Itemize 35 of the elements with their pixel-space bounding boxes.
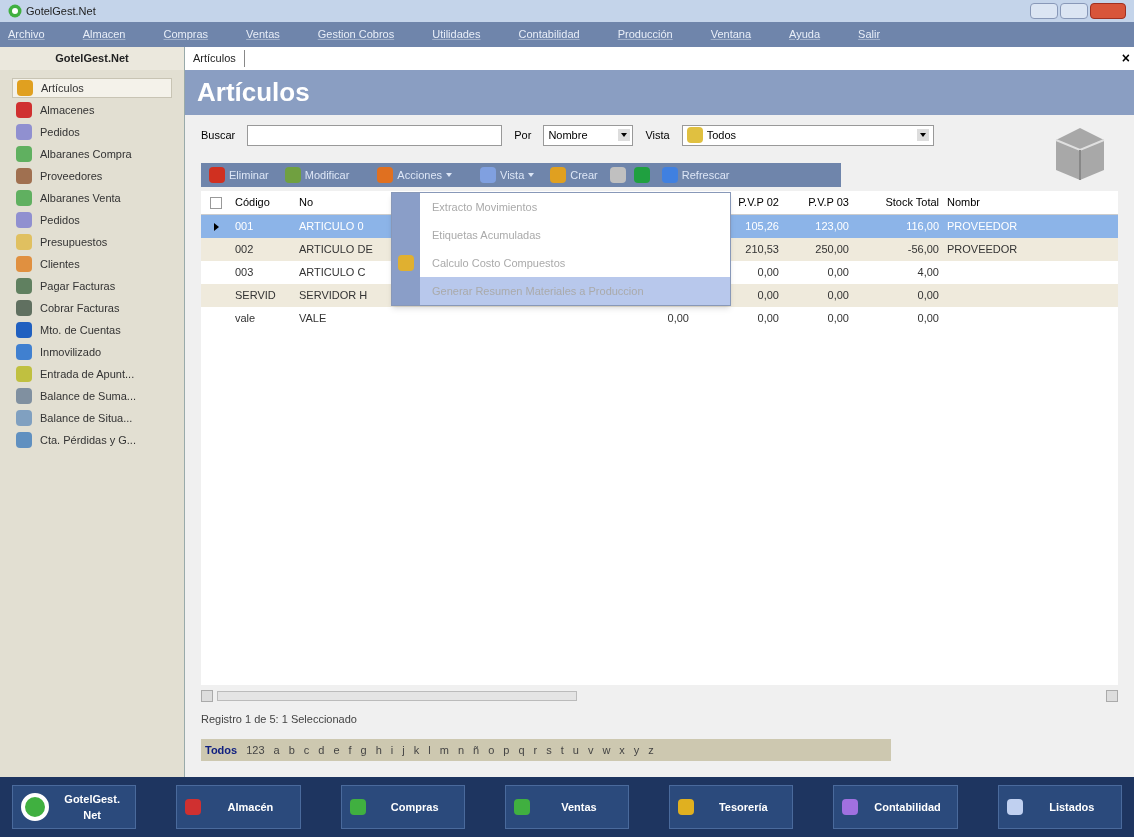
- table-cell: 0,00: [757, 266, 779, 279]
- table-cell: 210,53: [745, 243, 779, 256]
- view-label: Vista: [645, 127, 670, 143]
- table-cell: PROVEEDOR: [947, 243, 1018, 256]
- table-cell: 123,00: [815, 220, 849, 233]
- sidebar-title: GotelGest.Net: [0, 47, 184, 70]
- table-cell: ARTICULO C: [299, 266, 366, 279]
- table-cell: ARTICULO DE: [299, 243, 373, 256]
- table-cell: vale: [235, 312, 256, 325]
- table-cell: ARTICULO 0: [299, 220, 364, 233]
- table-cell: 001: [235, 220, 254, 233]
- table-cell: 003: [235, 266, 254, 279]
- table-cell: SERVID: [235, 289, 276, 302]
- table-cell: 0,00: [827, 266, 849, 279]
- table-cell: 4,00: [917, 266, 939, 279]
- table-cell: PROVEEDOR: [947, 220, 1018, 233]
- table-cell: 0,00: [757, 289, 779, 302]
- table-cell: 0,00: [757, 312, 779, 325]
- status-text: Registro 1 de 5: 1 Seleccionado: [201, 711, 358, 727]
- table-cell: VALE: [299, 312, 327, 325]
- table-cell: 105,26: [745, 220, 779, 233]
- table-cell: -56,00: [907, 243, 939, 256]
- window-title: GotelGest.Net: [26, 3, 96, 19]
- search-label: Buscar: [201, 127, 236, 143]
- page-title: Artículos: [197, 76, 310, 109]
- table-cell: 250,00: [815, 243, 849, 256]
- table-cell: 0,00: [827, 312, 849, 325]
- by-label: Por: [514, 127, 532, 143]
- table-cell: 0,00: [917, 289, 939, 302]
- table-cell: SERVIDOR H: [299, 289, 368, 302]
- table-cell: 116,00: [906, 220, 939, 233]
- table-cell: 0,00: [667, 312, 689, 325]
- table-cell: 0,00: [827, 289, 849, 302]
- table-cell: 0,00: [917, 312, 939, 325]
- table-cell: 002: [235, 243, 254, 256]
